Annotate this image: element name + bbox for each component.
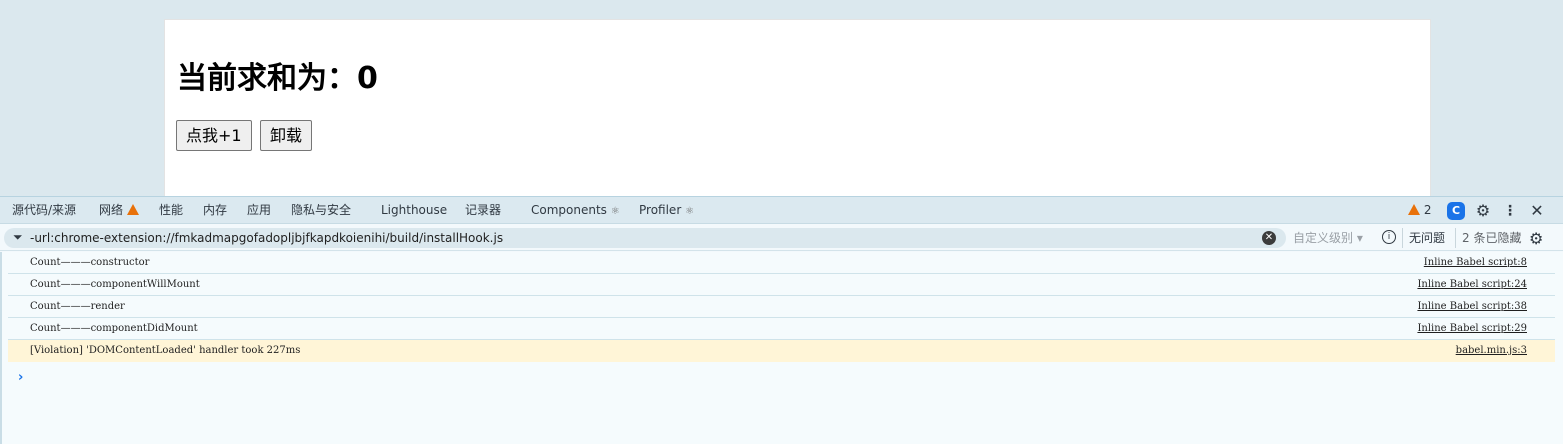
- more-options-icon[interactable]: ⋮: [1501, 202, 1519, 220]
- console-row: Count———componentWillMount Inline Babel …: [8, 274, 1555, 296]
- log-levels-dropdown[interactable]: 自定义级别 ▾: [1293, 228, 1363, 248]
- tab-profiler-label: Profiler: [639, 203, 682, 217]
- source-link[interactable]: Inline Babel script:8: [1424, 257, 1527, 268]
- tab-network[interactable]: 网络: [99, 197, 139, 224]
- console-output: Count———constructor Inline Babel script:…: [0, 252, 1563, 444]
- warning-count: 2: [1423, 203, 1432, 217]
- console-message: Count———constructor: [30, 257, 150, 268]
- console-message: Count———render: [30, 301, 125, 312]
- warning-icon: [1408, 204, 1420, 215]
- clear-filter-icon[interactable]: ✕: [1262, 231, 1276, 245]
- console-row: Count———componentDidMount Inline Babel s…: [8, 318, 1555, 340]
- console-row: Count———constructor Inline Babel script:…: [8, 252, 1555, 274]
- tab-privacy-security[interactable]: 隐私与安全: [291, 197, 351, 224]
- tab-performance[interactable]: 性能: [159, 197, 183, 224]
- tab-lighthouse[interactable]: Lighthouse: [381, 197, 447, 224]
- tab-recorder[interactable]: 记录器: [465, 197, 501, 224]
- tab-sources[interactable]: 源代码/来源: [12, 197, 76, 224]
- tab-components[interactable]: Components ⚛: [531, 197, 620, 224]
- tab-memory[interactable]: 内存: [203, 197, 227, 224]
- source-link[interactable]: Inline Babel script:24: [1417, 279, 1527, 290]
- tab-components-label: Components: [531, 203, 607, 217]
- source-link[interactable]: Inline Babel script:29: [1417, 323, 1527, 334]
- console-filter-bar: ⏷ -url:chrome-extension://fmkadmapgofado…: [0, 225, 1563, 251]
- issues-status[interactable]: 无问题: [1402, 228, 1445, 248]
- console-message: Count———componentDidMount: [30, 323, 198, 334]
- devtools-tabbar: 源代码/来源 网络 性能 内存 应用 隐私与安全 Lighthouse 记录器 …: [0, 197, 1563, 224]
- console-message: [Violation] 'DOMContentLoaded' handler t…: [30, 345, 301, 356]
- console-row-violation: [Violation] 'DOMContentLoaded' handler t…: [8, 340, 1555, 362]
- tab-profiler[interactable]: Profiler ⚛: [639, 197, 694, 224]
- warnings-counter[interactable]: 2: [1408, 197, 1431, 224]
- console-settings-gear-icon[interactable]: ⚙: [1529, 229, 1543, 248]
- console-prompt-chevron-icon[interactable]: ›: [18, 370, 23, 385]
- warning-icon: [126, 204, 139, 215]
- hidden-messages-count: 2 条已隐藏: [1455, 228, 1521, 248]
- page-viewport: 当前求和为：0 点我+1 卸载: [164, 19, 1431, 199]
- react-icon: ⚛: [685, 206, 695, 217]
- settings-gear-icon[interactable]: ⚙: [1474, 202, 1492, 220]
- tab-application[interactable]: 应用: [247, 197, 271, 224]
- close-icon[interactable]: ✕: [1528, 202, 1546, 220]
- react-icon: ⚛: [610, 206, 620, 217]
- source-link[interactable]: Inline Babel script:38: [1417, 301, 1527, 312]
- source-link[interactable]: babel.min.js:3: [1456, 345, 1527, 356]
- devtools-panel: 源代码/来源 网络 性能 内存 应用 隐私与安全 Lighthouse 记录器 …: [0, 196, 1563, 444]
- ai-assistant-icon[interactable]: C: [1447, 202, 1465, 220]
- filter-input[interactable]: ⏷ -url:chrome-extension://fmkadmapgofado…: [4, 228, 1286, 248]
- filter-text[interactable]: -url:chrome-extension://fmkadmapgofadopl…: [30, 231, 503, 245]
- tab-network-label: 网络: [99, 203, 124, 217]
- filter-icon: ⏷: [13, 230, 23, 244]
- unmount-button[interactable]: 卸载: [260, 120, 313, 151]
- increment-button[interactable]: 点我+1: [176, 120, 252, 151]
- console-row: Count———render Inline Babel script:38: [8, 296, 1555, 318]
- info-icon[interactable]: i: [1382, 230, 1396, 244]
- console-message: Count———componentWillMount: [30, 279, 200, 290]
- sum-heading: 当前求和为：0: [177, 61, 378, 96]
